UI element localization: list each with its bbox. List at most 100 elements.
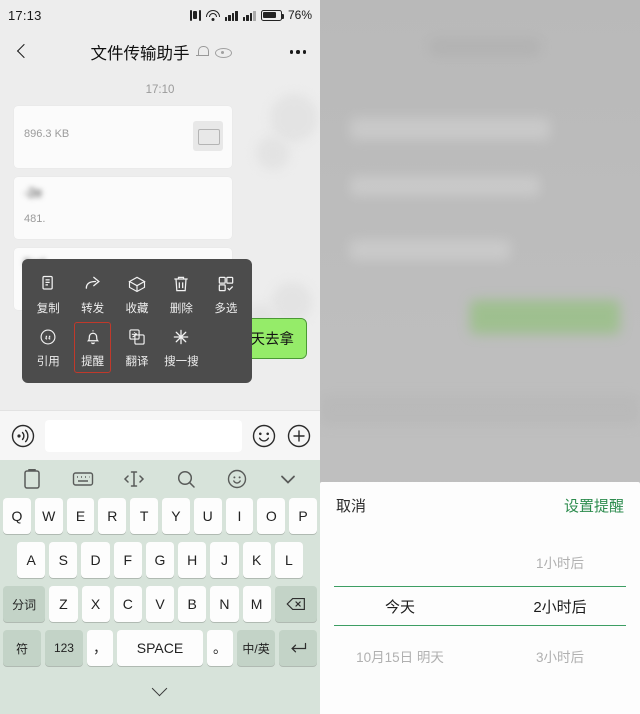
key-p[interactable]: P <box>289 498 317 534</box>
key-z[interactable]: Z <box>49 586 78 622</box>
key-x[interactable]: X <box>81 586 110 622</box>
more-dots-icon[interactable] <box>288 44 309 60</box>
key-space[interactable]: SPACE <box>116 630 204 666</box>
list-item[interactable]: 896.3 KB <box>14 106 232 168</box>
key-d[interactable]: D <box>81 542 110 578</box>
file-name: -2e <box>24 186 43 200</box>
search-icon[interactable] <box>174 467 198 491</box>
menu-item-forward[interactable]: 转发 <box>70 269 114 322</box>
message-text-input[interactable] <box>45 419 242 452</box>
key-m[interactable]: M <box>242 586 271 622</box>
voice-wave-icon[interactable] <box>10 423 36 449</box>
key-t[interactable]: T <box>130 498 158 534</box>
key-i[interactable]: I <box>225 498 254 534</box>
file-size: 481. <box>24 213 46 225</box>
virtual-keyboard: Q W E R T Y U I O P A S D F G H J K L 分词… <box>0 460 320 714</box>
plus-circle-icon[interactable] <box>286 423 312 449</box>
datetime-picker[interactable]: 今天 10月15日 明天 1小时后 2小时后 3小时后 <box>320 528 640 714</box>
menu-item-delete[interactable]: 删除 <box>159 269 203 322</box>
vibrate-icon <box>189 9 201 22</box>
keyboard-row-3: 分词 Z X C V B N M <box>3 586 318 622</box>
key-v[interactable]: V <box>145 586 175 622</box>
picker-item[interactable]: 今天 <box>320 596 480 617</box>
key-segment[interactable]: 分词 <box>3 586 46 622</box>
picker-item[interactable]: 2小时后 <box>480 596 640 617</box>
status-bar: 17:13 76% <box>0 0 320 30</box>
key-symbols[interactable]: 符 <box>3 630 41 666</box>
picker-column-day[interactable]: 今天 10月15日 明天 <box>320 528 480 714</box>
backspace-icon[interactable] <box>274 586 318 622</box>
list-item[interactable]: -2e 481. <box>14 177 232 239</box>
picker-column-time[interactable]: 1小时后 2小时后 3小时后 <box>480 528 640 714</box>
key-comma[interactable]: ， <box>86 630 113 666</box>
sheet-header: 取消 设置提醒 <box>320 482 640 528</box>
key-r[interactable]: R <box>98 498 127 534</box>
key-u[interactable]: U <box>193 498 222 534</box>
clipboard-icon[interactable] <box>20 467 44 491</box>
menu-item-quote[interactable]: 引用 <box>26 322 70 375</box>
menu-item-label: 收藏 <box>125 303 149 315</box>
key-c[interactable]: C <box>113 586 142 622</box>
quote-icon <box>38 327 58 347</box>
bell-icon <box>83 327 103 347</box>
key-language-toggle[interactable]: 中/英 <box>237 630 276 666</box>
menu-item-multiselect[interactable]: 多选 <box>204 269 248 322</box>
key-o[interactable]: O <box>257 498 286 534</box>
keyboard-footer <box>0 674 320 700</box>
key-b[interactable]: B <box>178 586 207 622</box>
key-g[interactable]: G <box>145 542 175 578</box>
cursor-move-icon[interactable] <box>122 467 146 491</box>
search-sparkle-icon <box>171 327 191 347</box>
emoji-smile-icon[interactable] <box>251 423 277 449</box>
reminder-action-sheet: 取消 设置提醒 今天 10月15日 明天 1小时后 2小时后 3小时后 <box>320 482 640 714</box>
key-w[interactable]: W <box>34 498 63 534</box>
translate-icon <box>127 327 147 347</box>
menu-item-reminder[interactable]: 提醒 <box>70 322 114 375</box>
picker-item[interactable]: 3小时后 <box>480 646 640 666</box>
key-e[interactable]: E <box>66 498 95 534</box>
menu-item-label: 搜一搜 <box>164 356 199 368</box>
menu-item-label: 转发 <box>81 303 105 315</box>
set-reminder-button[interactable]: 设置提醒 <box>564 495 624 516</box>
menu-item-copy[interactable]: 复制 <box>26 269 70 322</box>
chevron-down-icon[interactable] <box>151 678 169 696</box>
chevron-down-icon[interactable] <box>276 467 300 491</box>
picker-item[interactable]: 1小时后 <box>480 552 640 572</box>
menu-item-label: 多选 <box>214 303 238 315</box>
key-s[interactable]: S <box>49 542 78 578</box>
enter-arrow-icon[interactable] <box>279 630 318 666</box>
menu-item-label: 提醒 <box>81 356 105 368</box>
cancel-button[interactable]: 取消 <box>336 495 366 516</box>
mute-bell-icon <box>196 45 209 59</box>
file-thumbnail <box>193 121 223 151</box>
menu-item-search[interactable]: 搜一搜 <box>159 322 203 375</box>
key-q[interactable]: Q <box>3 498 31 534</box>
key-y[interactable]: Y <box>162 498 190 534</box>
key-j[interactable]: J <box>210 542 239 578</box>
key-a[interactable]: A <box>17 542 46 578</box>
back-button[interactable] <box>12 40 36 64</box>
picker-item[interactable]: 10月15日 明天 <box>320 646 480 666</box>
key-n[interactable]: N <box>210 586 239 622</box>
context-menu-row-2: 引用 提醒 翻译 搜一搜 <box>26 322 248 375</box>
eye-icon <box>214 46 232 58</box>
key-numbers[interactable]: 123 <box>44 630 83 666</box>
key-h[interactable]: H <box>178 542 207 578</box>
key-k[interactable]: K <box>242 542 271 578</box>
multi-select-icon <box>216 274 236 294</box>
keyboard-toolbar <box>0 460 320 498</box>
key-period[interactable]: 。 <box>207 630 234 666</box>
keyboard-icon[interactable] <box>71 467 95 491</box>
menu-item-favorite[interactable]: 收藏 <box>115 269 159 322</box>
chat-screen: 17:13 76% 文件传输助手 17:10 896.3 KB -2e 481.… <box>0 0 320 714</box>
message-context-menu: 复制 转发 收藏 删除 多选 引用 提醒 翻译 搜一搜 <box>22 259 252 383</box>
menu-item-translate[interactable]: 翻译 <box>115 322 159 375</box>
key-f[interactable]: F <box>113 542 142 578</box>
star-box-icon <box>127 274 147 294</box>
emoji-icon[interactable] <box>225 467 249 491</box>
battery-percent: 76% <box>287 8 312 22</box>
message-list: 17:10 896.3 KB -2e 481. 5ad 182. 买零食明天去拿 <box>0 74 320 410</box>
menu-item-label: 复制 <box>36 303 60 315</box>
key-l[interactable]: L <box>274 542 303 578</box>
menu-item-spacer <box>204 322 248 375</box>
